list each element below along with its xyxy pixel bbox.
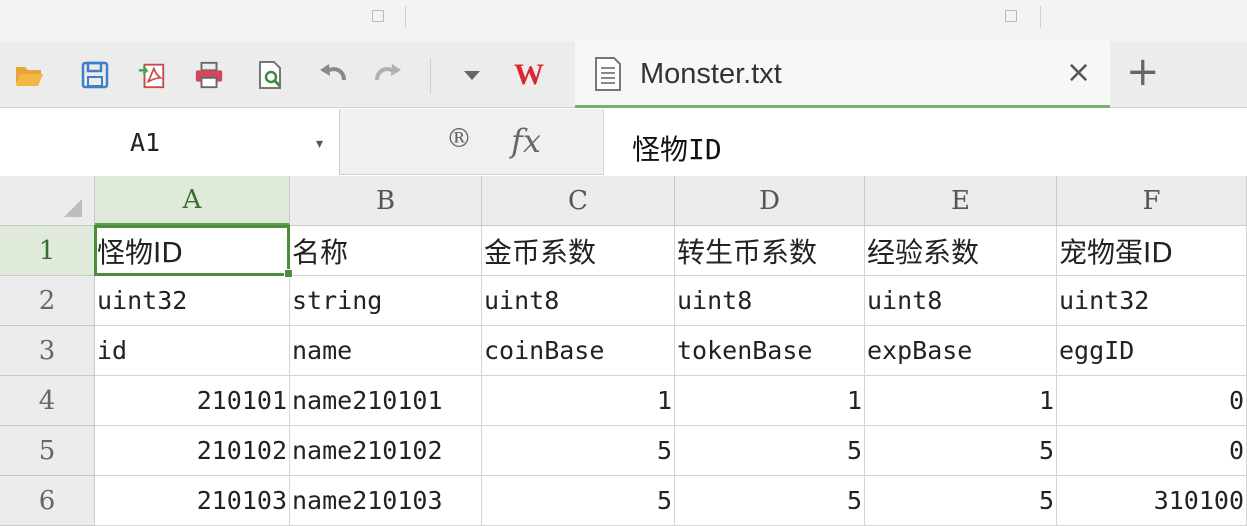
cell-c6[interactable]: 5 (482, 476, 675, 526)
text-file-icon (593, 56, 623, 96)
chevron-down-icon[interactable]: ▾ (316, 136, 323, 152)
cell-b6[interactable]: name210103 (290, 476, 482, 526)
row-header-3[interactable]: 3 (0, 326, 95, 376)
column-header-c[interactable]: C (482, 176, 675, 226)
cell-f5[interactable]: 0 (1057, 426, 1247, 476)
ribbon-divider (1040, 6, 1041, 28)
active-cell-selection (94, 225, 290, 276)
save-icon[interactable] (80, 60, 110, 90)
wps-logo-icon[interactable]: W (514, 58, 544, 91)
cell-e5[interactable]: 5 (865, 426, 1057, 476)
fill-handle[interactable] (284, 269, 293, 278)
cell-a2[interactable]: uint32 (95, 276, 290, 326)
cell-e4[interactable]: 1 (865, 376, 1057, 426)
ribbon-strip (0, 0, 1247, 42)
row-header-2[interactable]: 2 (0, 276, 95, 326)
cell-f6[interactable]: 310100 (1057, 476, 1247, 526)
cell-d3[interactable]: tokenBase (675, 326, 865, 376)
dropdown-arrow-icon[interactable] (457, 60, 487, 90)
zoom-function-icon[interactable]: ® (446, 124, 472, 154)
row-header-5[interactable]: 5 (0, 426, 95, 476)
cell-e3[interactable]: expBase (865, 326, 1057, 376)
cell-a3[interactable]: id (95, 326, 290, 376)
cell-e2[interactable]: uint8 (865, 276, 1057, 326)
cell-b1[interactable]: 名称 (290, 226, 482, 276)
cell-b5[interactable]: name210102 (290, 426, 482, 476)
new-tab-icon[interactable]: + (1126, 52, 1160, 92)
column-header-b[interactable]: B (290, 176, 482, 226)
cell-c3[interactable]: coinBase (482, 326, 675, 376)
cell-c4[interactable]: 1 (482, 376, 675, 426)
column-header-e[interactable]: E (865, 176, 1057, 226)
redo-icon[interactable] (373, 60, 403, 90)
row-header-6[interactable]: 6 (0, 476, 95, 526)
cell-d1[interactable]: 转生币系数 (675, 226, 865, 276)
cell-d4[interactable]: 1 (675, 376, 865, 426)
column-header-f[interactable]: F (1057, 176, 1247, 226)
select-all-corner[interactable] (0, 176, 95, 226)
cell-a6[interactable]: 210103 (95, 476, 290, 526)
cell-c5[interactable]: 5 (482, 426, 675, 476)
cell-f3[interactable]: eggID (1057, 326, 1247, 376)
cell-d5[interactable]: 5 (675, 426, 865, 476)
column-header-d[interactable]: D (675, 176, 865, 226)
name-box-value: A1 (130, 128, 161, 157)
cell-f4[interactable]: 0 (1057, 376, 1247, 426)
cell-c1[interactable]: 金币系数 (482, 226, 675, 276)
open-folder-icon[interactable] (14, 60, 44, 90)
name-box[interactable] (0, 109, 340, 175)
row-header-4[interactable]: 4 (0, 376, 95, 426)
insert-function-icon[interactable]: fx (511, 122, 541, 160)
cell-b2[interactable]: string (290, 276, 482, 326)
cell-c2[interactable]: uint8 (482, 276, 675, 326)
ribbon-group-launcher[interactable] (372, 10, 384, 22)
cell-b4[interactable]: name210101 (290, 376, 482, 426)
ribbon-divider (405, 6, 406, 28)
cell-f1[interactable]: 宠物蛋ID (1057, 226, 1247, 276)
row-header-1[interactable]: 1 (0, 226, 95, 276)
cell-b3[interactable]: name (290, 326, 482, 376)
toolbar-divider (430, 58, 431, 94)
document-tab-title: Monster.txt (640, 58, 782, 90)
cell-a4[interactable]: 210101 (95, 376, 290, 426)
cell-a5[interactable]: 210102 (95, 426, 290, 476)
cell-e6[interactable]: 5 (865, 476, 1057, 526)
cell-f2[interactable]: uint32 (1057, 276, 1247, 326)
close-tab-icon[interactable]: × (1066, 58, 1091, 88)
export-pdf-icon[interactable] (137, 60, 167, 90)
print-icon[interactable] (194, 60, 224, 90)
formula-input-value: 怪物ID (632, 133, 722, 166)
undo-icon[interactable] (318, 60, 348, 90)
cell-d2[interactable]: uint8 (675, 276, 865, 326)
ribbon-group-launcher[interactable] (1005, 10, 1017, 22)
column-header-a[interactable]: A (95, 176, 290, 226)
print-preview-icon[interactable] (256, 60, 286, 90)
cell-d6[interactable]: 5 (675, 476, 865, 526)
cell-e1[interactable]: 经验系数 (865, 226, 1057, 276)
